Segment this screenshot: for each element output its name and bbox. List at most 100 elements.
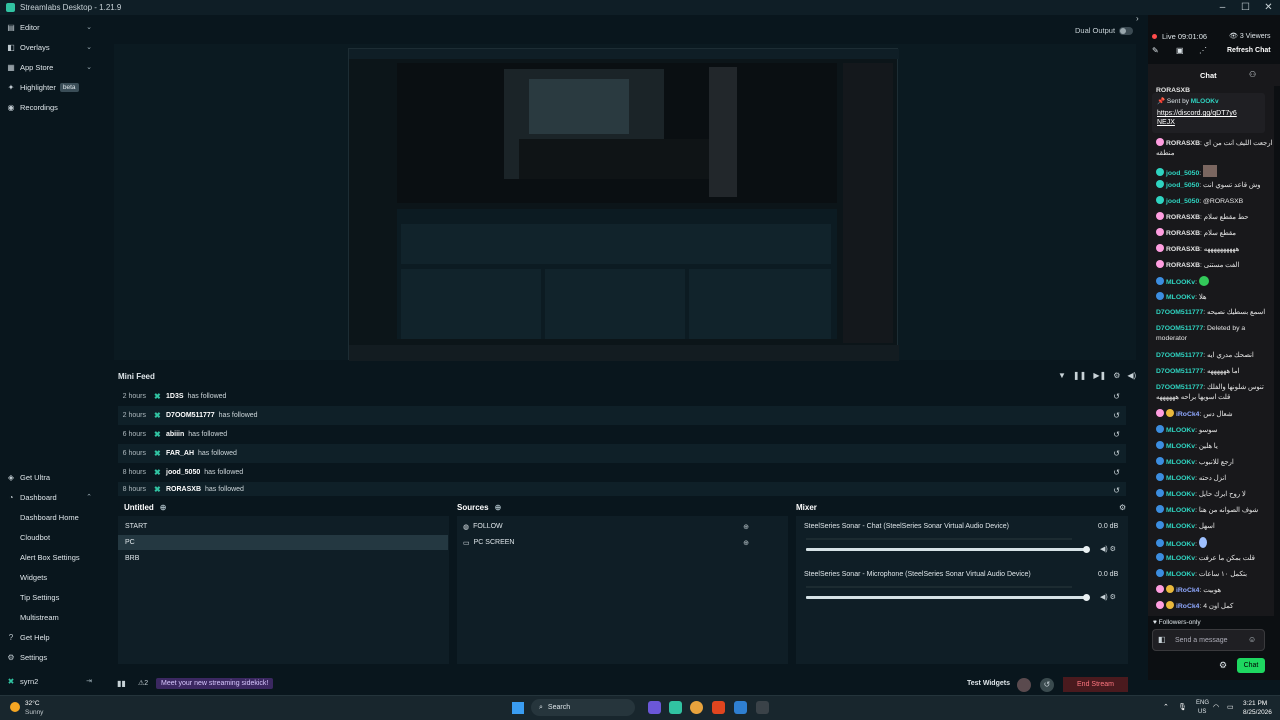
replay-buffer-icon[interactable]: ↺ (1040, 678, 1054, 692)
record-button[interactable] (1017, 678, 1031, 692)
chat-message: RORASXB: مقطع سلام (1156, 228, 1274, 239)
nav-editor[interactable]: ▤ Editor ⌄ (0, 18, 98, 36)
app-icon[interactable] (756, 701, 769, 714)
nav-get-ultra[interactable]: ◈ Get Ultra (0, 468, 98, 486)
scene-item[interactable]: START (118, 519, 448, 534)
nav-app-store[interactable]: ▦ App Store ⌄ (0, 58, 98, 76)
volume-slider[interactable] (806, 596, 1088, 599)
test-widgets-button[interactable]: Test Widgets (967, 680, 1010, 687)
replay-icon[interactable]: ↺ (1113, 449, 1120, 458)
mic-icon[interactable]: 🎙 (1178, 703, 1187, 711)
edit-icon[interactable]: ✎ (1152, 46, 1159, 55)
windows-start-icon[interactable] (512, 702, 524, 714)
add-source-icon[interactable]: ⊕ (495, 503, 502, 512)
brave-icon[interactable] (712, 701, 725, 714)
discord-icon[interactable] (648, 701, 661, 714)
nav-highlighter[interactable]: ✦ Highlighter beta (0, 78, 98, 96)
streamlabs-taskbar-icon[interactable] (669, 701, 682, 714)
source-item[interactable]: ◍ FOLLOW ⊕ (458, 519, 754, 534)
nav-settings[interactable]: ⚙ Settings (0, 648, 98, 666)
battery-icon[interactable]: ▭ (1227, 703, 1234, 711)
language-indicator[interactable]: ENG (1196, 700, 1209, 706)
popout-icon[interactable]: ▣ (1176, 46, 1184, 55)
sidekick-banner[interactable]: Meet your new streaming sidekick! (156, 678, 274, 689)
settings-icon[interactable]: ⚙ (1113, 371, 1120, 380)
nav-get-help[interactable]: ? Get Help (0, 628, 98, 646)
nav-user[interactable]: ✖ syrn2 ⇥ (0, 672, 98, 690)
nav-overlays[interactable]: ◧ Overlays ⌄ (0, 38, 98, 56)
filter-icon[interactable]: ▼ (1058, 371, 1066, 380)
lock-icon[interactable]: ⊕ (743, 523, 749, 531)
chat-settings-icon[interactable]: ⚙ (1219, 660, 1227, 671)
refresh-chat-button[interactable]: Refresh Chat (1227, 47, 1271, 54)
taskbar (0, 695, 1280, 720)
maximize-button[interactable]: ☐ (1234, 0, 1257, 15)
stats-icon[interactable]: ▮▮ (117, 679, 126, 688)
chat-message: RORASXB: الفت مستنى (1156, 260, 1274, 271)
tray-chevron-icon[interactable]: ⌃ (1163, 703, 1169, 711)
chat-message: MLOOKv: اسهل (1156, 521, 1274, 532)
nav-widgets[interactable]: Widgets (20, 573, 47, 582)
alert-count[interactable]: ⚠2 (138, 679, 148, 687)
pinned-link[interactable]: https://discord.gg/qDT7y6NEJX (1152, 109, 1242, 127)
logout-icon: ⇥ (86, 678, 92, 685)
slider-handle[interactable] (1083, 594, 1090, 601)
slider-handle[interactable] (1083, 546, 1090, 553)
chat-title: Chat (1200, 71, 1217, 80)
pause-icon[interactable]: ❚❚ (1073, 371, 1086, 380)
end-stream-button[interactable]: End Stream (1063, 677, 1128, 692)
replay-icon[interactable]: ↺ (1113, 486, 1120, 495)
chat-bits-icon[interactable]: ◧ (1158, 635, 1166, 644)
pinned-message: 📌 Sent by MLOOKv https://discord.gg/qDT7… (1152, 93, 1265, 133)
replay-icon[interactable]: ↺ (1113, 411, 1120, 420)
lock-icon[interactable]: ⊕ (743, 539, 749, 547)
badge-icon (1156, 425, 1164, 433)
chevron-right-icon[interactable]: › (1136, 14, 1139, 23)
highlighter-icon: ✦ (7, 82, 15, 92)
scene-item[interactable]: BRB (118, 551, 448, 566)
badge-icon (1156, 244, 1164, 252)
scenes-header: Untitled ⊕ (124, 503, 167, 512)
chevron-up-icon: ⌃ (86, 494, 92, 501)
explorer-icon[interactable] (734, 701, 747, 714)
emote-icon (1198, 537, 1207, 548)
chat-send-button[interactable]: Chat (1237, 658, 1265, 673)
chat-message: MLOOKv: (1156, 276, 1274, 288)
nav-dashboard[interactable]: ◔ Dashboard ⌃ (0, 488, 98, 506)
wifi-icon[interactable]: ◠ (1213, 703, 1219, 711)
taskbar-search[interactable]: ⌕ Search (531, 699, 635, 716)
nav-cloudbot[interactable]: Cloudbot (20, 533, 50, 542)
feed-row: 2 hours ✖ 1D3S has followed ↺ (122, 391, 1120, 401)
chrome-icon[interactable] (690, 701, 703, 714)
skip-icon[interactable]: ▶❚ (1093, 371, 1106, 380)
add-scene-icon[interactable]: ⊕ (160, 503, 167, 512)
nav-recordings[interactable]: ◉ Recordings (0, 98, 98, 116)
share-icon[interactable]: ⋰ (1199, 46, 1207, 55)
title-bar: Streamlabs Desktop - 1.21.9 – ☐ ✕ (0, 0, 1280, 15)
replay-icon[interactable]: ↺ (1113, 430, 1120, 439)
toggle-switch[interactable] (1119, 26, 1134, 35)
chat-message: MLOOKv: يا هلين (1156, 441, 1274, 452)
clock-time[interactable]: 3:21 PM (1243, 700, 1267, 707)
users-icon[interactable]: ⚇ (1249, 70, 1256, 79)
ultra-icon: ◈ (7, 472, 15, 482)
minimize-button[interactable]: – (1211, 0, 1234, 15)
replay-icon[interactable]: ↺ (1113, 392, 1120, 401)
nav-alert-box-settings[interactable]: Alert Box Settings (20, 553, 80, 562)
dual-output-toggle[interactable]: Dual Output (1075, 26, 1134, 35)
source-item[interactable]: ▭ PC SCREEN ⊕ (458, 535, 754, 550)
weather-temperature[interactable]: 32°C (25, 700, 40, 707)
mute-icon[interactable]: ◀) ⚙ (1100, 593, 1116, 601)
close-button[interactable]: ✕ (1257, 0, 1280, 15)
nav-dashboard-home[interactable]: Dashboard Home (20, 513, 79, 522)
replay-icon[interactable]: ↺ (1113, 468, 1120, 477)
feed-row: 8 hours ✖ jood_5050 has followed ↺ (122, 467, 1120, 477)
mute-icon[interactable]: ◀) ⚙ (1100, 545, 1116, 553)
scene-item[interactable]: PC (118, 535, 448, 550)
nav-multistream[interactable]: Multistream (20, 613, 59, 622)
nav-tip-settings[interactable]: Tip Settings (20, 593, 59, 602)
mixer-settings-icon[interactable]: ⚙ (1119, 503, 1126, 512)
emoji-icon[interactable]: ☺ (1248, 635, 1256, 644)
volume-icon[interactable]: ◀) (1127, 371, 1136, 380)
volume-slider[interactable] (806, 548, 1088, 551)
